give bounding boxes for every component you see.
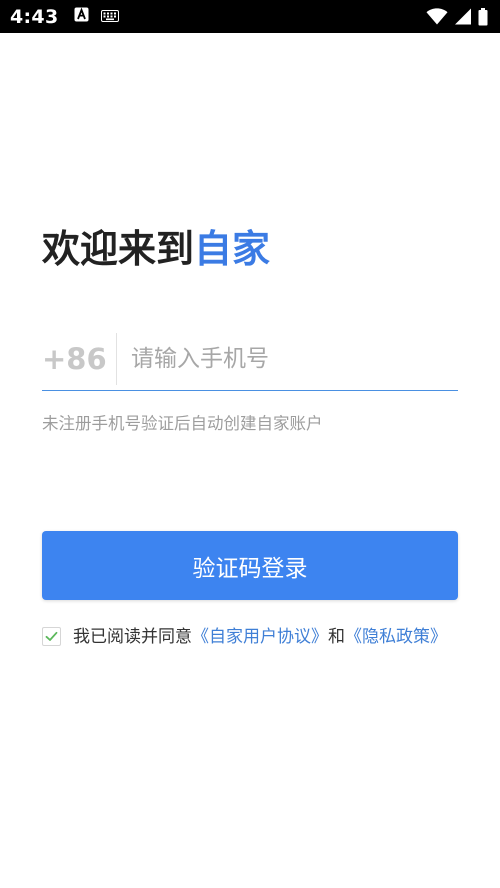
sms-login-button[interactable]: 验证码登录 <box>42 531 458 600</box>
agreement-row: 我已阅读并同意《自家用户协议》和《隐私政策》 <box>42 624 462 651</box>
keyboard-icon <box>101 7 120 26</box>
agreement-text: 我已阅读并同意《自家用户协议》和《隐私政策》 <box>73 624 462 651</box>
signal-icon <box>454 8 472 25</box>
battery-icon <box>478 7 488 26</box>
agree-checkbox[interactable] <box>42 627 61 646</box>
checkmark-icon <box>45 631 58 641</box>
welcome-prefix: 欢迎来到 <box>42 227 195 271</box>
phone-divider <box>116 332 117 385</box>
register-hint: 未注册手机号验证后自动创建自家账户 <box>42 414 323 433</box>
phone-input[interactable] <box>131 345 458 372</box>
user-agreement-link[interactable]: 《自家用户协议》 <box>192 627 328 647</box>
agreement-prefix: 我已阅读并同意 <box>73 627 192 647</box>
country-code[interactable]: +86 <box>42 342 114 376</box>
welcome-title: 欢迎来到自家 <box>42 218 270 273</box>
status-right-icons <box>426 7 488 26</box>
status-left-icons <box>74 7 120 26</box>
status-time: 4:43 <box>10 5 59 28</box>
privacy-policy-link[interactable]: 《隐私政策》 <box>345 627 447 647</box>
brand-name: 自家 <box>194 227 271 271</box>
phone-field: +86 <box>42 327 458 391</box>
agreement-conjunction: 和 <box>328 627 345 647</box>
app-notification-icon <box>74 7 89 26</box>
status-bar: 4:43 <box>0 0 500 33</box>
wifi-icon <box>426 8 448 25</box>
